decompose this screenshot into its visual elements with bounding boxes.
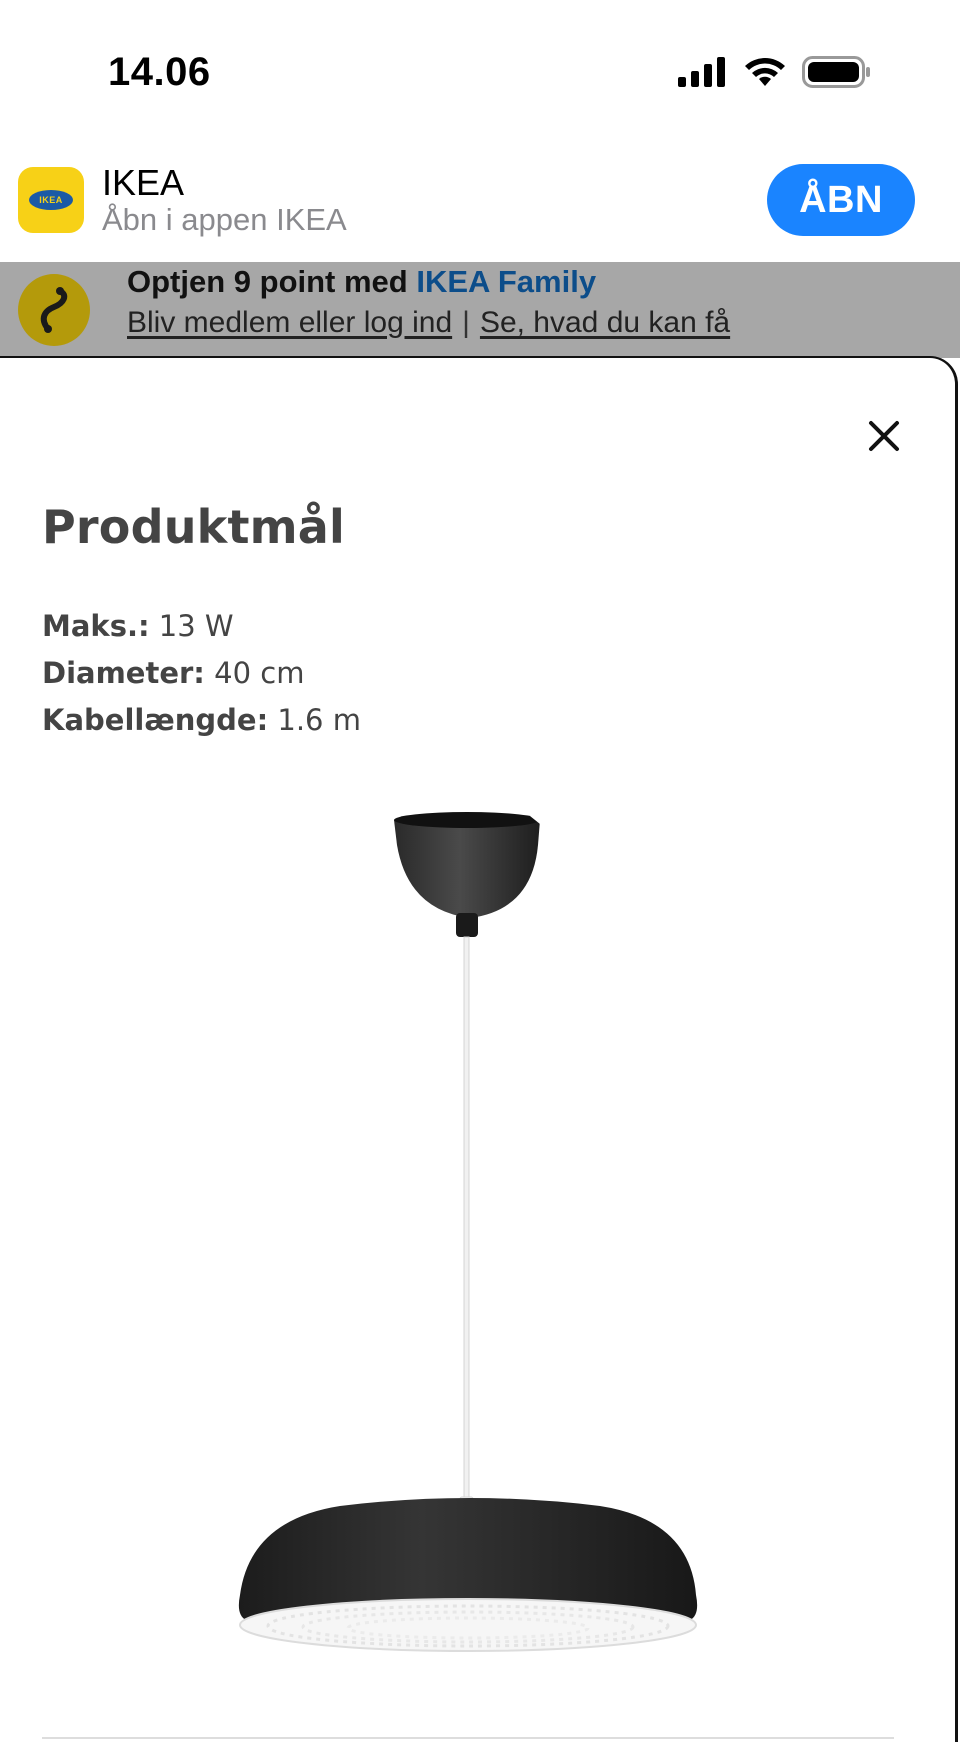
close-icon <box>869 421 899 451</box>
dimension-label: Kabellængde: <box>42 703 269 737</box>
family-title-prefix: Optjen 9 point med <box>127 264 417 299</box>
close-button[interactable] <box>858 410 910 462</box>
dimension-list: Maks.: 13 W Diameter: 40 cm Kabellængde:… <box>42 603 361 744</box>
status-bar: 14.06 <box>0 0 960 150</box>
divider <box>42 1737 894 1739</box>
dimension-row: Diameter: 40 cm <box>42 650 361 697</box>
dimension-value: 40 cm <box>204 656 305 690</box>
family-title: Optjen 9 point med IKEA Family <box>127 264 596 300</box>
pendant-lamp-image <box>238 812 698 1652</box>
ikea-logo-text: IKEA <box>39 195 63 205</box>
app-name: IKEA <box>102 162 185 203</box>
dimension-value: 13 W <box>149 609 234 643</box>
family-loyalty-icon <box>18 274 90 346</box>
open-app-button[interactable]: ÅBN <box>767 164 915 236</box>
status-time: 14.06 <box>108 50 211 94</box>
dimension-value: 1.6 m <box>268 703 361 737</box>
wifi-icon <box>745 58 785 86</box>
see-benefits-link[interactable]: Se, hvad du kan få <box>480 306 730 340</box>
dimension-row: Kabellængde: 1.6 m <box>42 697 361 744</box>
dimension-row: Maks.: 13 W <box>42 603 361 650</box>
ikea-family-bar: Optjen 9 point med IKEA Family Bliv medl… <box>0 262 960 358</box>
ikea-app-icon: IKEA <box>18 167 84 233</box>
cellular-signal-icon <box>678 57 725 87</box>
smart-app-banner: IKEA IKEA Åbn i appen IKEA ÅBN <box>0 150 960 262</box>
family-title-accent: IKEA Family <box>416 264 597 299</box>
dimension-label: Diameter: <box>42 656 205 690</box>
link-separator: | <box>462 306 470 339</box>
battery-icon <box>802 56 870 88</box>
sheet-title: Produktmål <box>42 500 345 554</box>
app-subtitle: Åbn i appen IKEA <box>102 202 347 237</box>
status-icons <box>678 56 872 88</box>
join-or-login-link[interactable]: Bliv medlem eller log ind <box>127 306 452 340</box>
ikea-logo: IKEA <box>29 190 73 210</box>
family-links: Bliv medlem eller log ind | Se, hvad du … <box>127 306 730 340</box>
dimension-label: Maks.: <box>42 609 150 643</box>
